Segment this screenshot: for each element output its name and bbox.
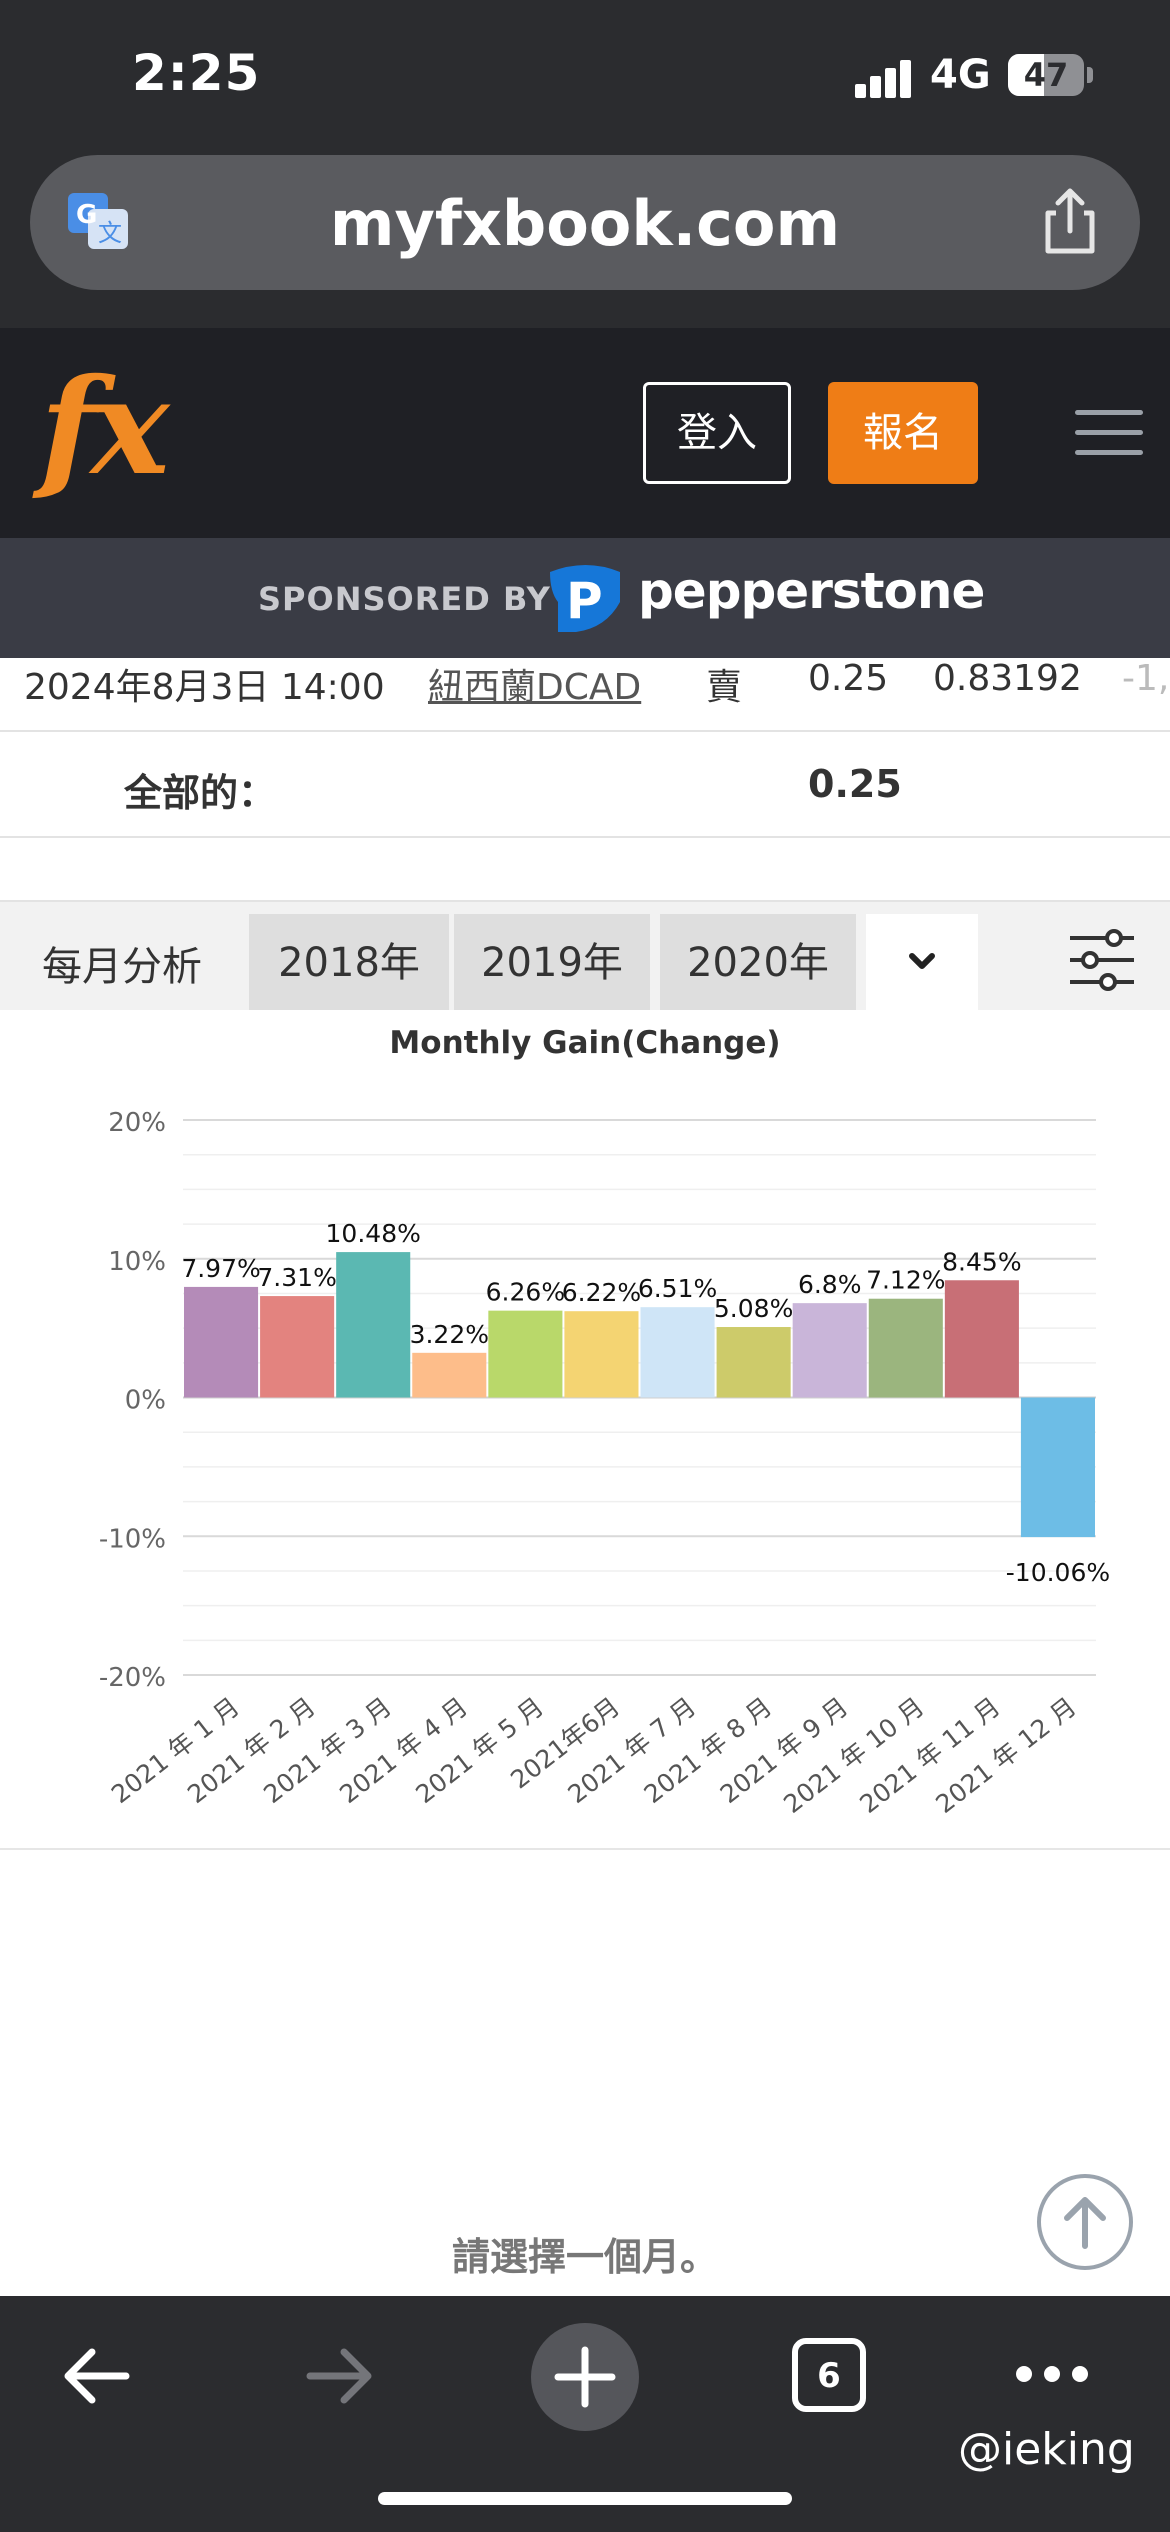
url-text[interactable]: myfxbook.com <box>30 187 1140 260</box>
chart-title: Monthly Gain(Change) <box>389 1025 780 1061</box>
bar-data-label: 6.51% <box>638 1274 717 1303</box>
chart-bar[interactable] <box>792 1303 867 1398</box>
monthly-analysis-tabs: 每月分析 2018年 2019年 2020年 <box>0 900 1170 1012</box>
browser-toolbar: 6 @ieking <box>0 2296 1170 2532</box>
y-tick-label: -10% <box>99 1524 166 1554</box>
sponsor-bar: SPONSORED BY P pepperstone <box>0 538 1170 658</box>
bar-data-label: 6.26% <box>486 1278 565 1307</box>
tab-year-2020[interactable]: 2020年 <box>660 914 856 1012</box>
tab-year-2019[interactable]: 2019年 <box>454 914 650 1012</box>
pepperstone-logo-icon[interactable]: P <box>546 562 624 634</box>
total-row: 全部的： 0.25 <box>0 732 1170 838</box>
chart-bar[interactable] <box>412 1352 487 1398</box>
trade-price: 0.83192 <box>933 658 1082 699</box>
chart-bar[interactable] <box>868 1298 943 1398</box>
chart-canvas: Monthly Gain(Change) 7.97%7.31% 10.48% 3.2… <box>99 1025 1110 1819</box>
chevron-down-icon <box>909 953 935 969</box>
year-dropdown-button[interactable] <box>866 914 978 1012</box>
bar-data-label: -10.06% <box>1006 1558 1110 1587</box>
trade-row: 2024年8月3日 14:00 紐西蘭DCAD 賣 0.25 0.83192 -… <box>0 658 1170 732</box>
scroll-to-top-button[interactable] <box>1037 2174 1133 2270</box>
status-time: 2:25 <box>132 44 261 102</box>
site-header: fx 登入 報名 <box>0 328 1170 538</box>
tabs-count: 6 <box>817 2356 841 2396</box>
monthly-gain-chart: Monthly Gain(Change) 7.97% 7.31% 10.48% 3.2… <box>0 1010 1170 1848</box>
chart-bar[interactable] <box>944 1280 1019 1398</box>
arrow-up-icon <box>1064 2197 1106 2249</box>
bar-data-label: 5.08% <box>714 1294 793 1323</box>
chart-bar[interactable] <box>716 1327 791 1398</box>
bar-data-label: 6.8% <box>798 1270 862 1299</box>
tabs-count-button[interactable]: 6 <box>792 2338 866 2412</box>
total-label: 全部的： <box>124 771 277 815</box>
chart-bar[interactable] <box>184 1286 259 1398</box>
bar-data-label: 6.22% <box>562 1278 641 1307</box>
battery-icon: 47 <box>1008 54 1084 96</box>
bar-data-label: 8.45% <box>942 1247 1021 1276</box>
watermark-text: @ieking <box>958 2424 1135 2475</box>
trade-symbol-link[interactable]: 紐西蘭DCAD <box>428 658 641 710</box>
forward-arrow-icon[interactable] <box>302 2338 378 2414</box>
trade-action: 賣 <box>706 667 743 708</box>
share-icon[interactable] <box>1040 185 1100 257</box>
monthly-analysis-title: 每月分析 <box>42 944 202 990</box>
svg-text:P: P <box>566 572 603 630</box>
month-detail-region: 請選擇一個月。 <box>0 1848 1170 2296</box>
sponsor-label: SPONSORED BY <box>258 580 551 618</box>
pepperstone-brand[interactable]: pepperstone <box>638 562 985 620</box>
bar-data-label: 10.48% <box>326 1219 421 1248</box>
chart-bar[interactable] <box>488 1310 563 1398</box>
bar-data-label: 7.31% <box>257 1263 336 1292</box>
more-options-icon[interactable] <box>1014 2360 1090 2388</box>
battery-tip <box>1087 67 1093 83</box>
y-tick-label: 20% <box>108 1108 166 1138</box>
tab-year-2018[interactable]: 2018年 <box>249 914 449 1012</box>
y-tick-label: -20% <box>99 1663 166 1693</box>
chart-bar[interactable] <box>336 1252 411 1398</box>
browser-chrome: 2:25 4G 47 G 文 myfxbook.com <box>0 0 1170 328</box>
network-type: 4G <box>930 52 991 98</box>
select-month-prompt: 請選擇一個月。 <box>451 2235 718 2279</box>
chart-bar[interactable] <box>1020 1397 1095 1538</box>
new-tab-plus-icon[interactable] <box>530 2322 640 2432</box>
trade-date: 2024年8月3日 14:00 <box>24 667 385 708</box>
home-indicator <box>378 2492 792 2505</box>
bar-data-label: 7.12% <box>866 1266 945 1295</box>
chart-bar[interactable] <box>564 1311 639 1398</box>
y-tick-label: 0% <box>125 1386 166 1416</box>
back-arrow-icon[interactable] <box>58 2338 134 2414</box>
hamburger-menu-icon[interactable] <box>1075 410 1143 456</box>
battery-percent: 47 <box>1023 56 1069 94</box>
chart-bar[interactable] <box>260 1296 335 1398</box>
y-tick-label: 10% <box>108 1247 166 1277</box>
total-value: 0.25 <box>808 762 902 806</box>
login-button[interactable]: 登入 <box>643 382 791 484</box>
fx-logo[interactable]: fx <box>40 350 170 505</box>
filter-settings-icon[interactable] <box>1068 928 1136 992</box>
x-tick-label: 2021 年 1 月 <box>106 1692 245 1809</box>
chart-bar[interactable] <box>640 1307 715 1398</box>
signup-button[interactable]: 報名 <box>828 382 978 484</box>
bar-data-label: 7.97% <box>181 1254 260 1283</box>
trade-lots: 0.25 <box>808 658 889 699</box>
address-bar[interactable]: G 文 myfxbook.com <box>30 155 1140 290</box>
bar-data-label: 3.22% <box>410 1320 489 1349</box>
signal-strength-icon <box>855 60 913 98</box>
trade-extra: -1, <box>1122 658 1170 699</box>
